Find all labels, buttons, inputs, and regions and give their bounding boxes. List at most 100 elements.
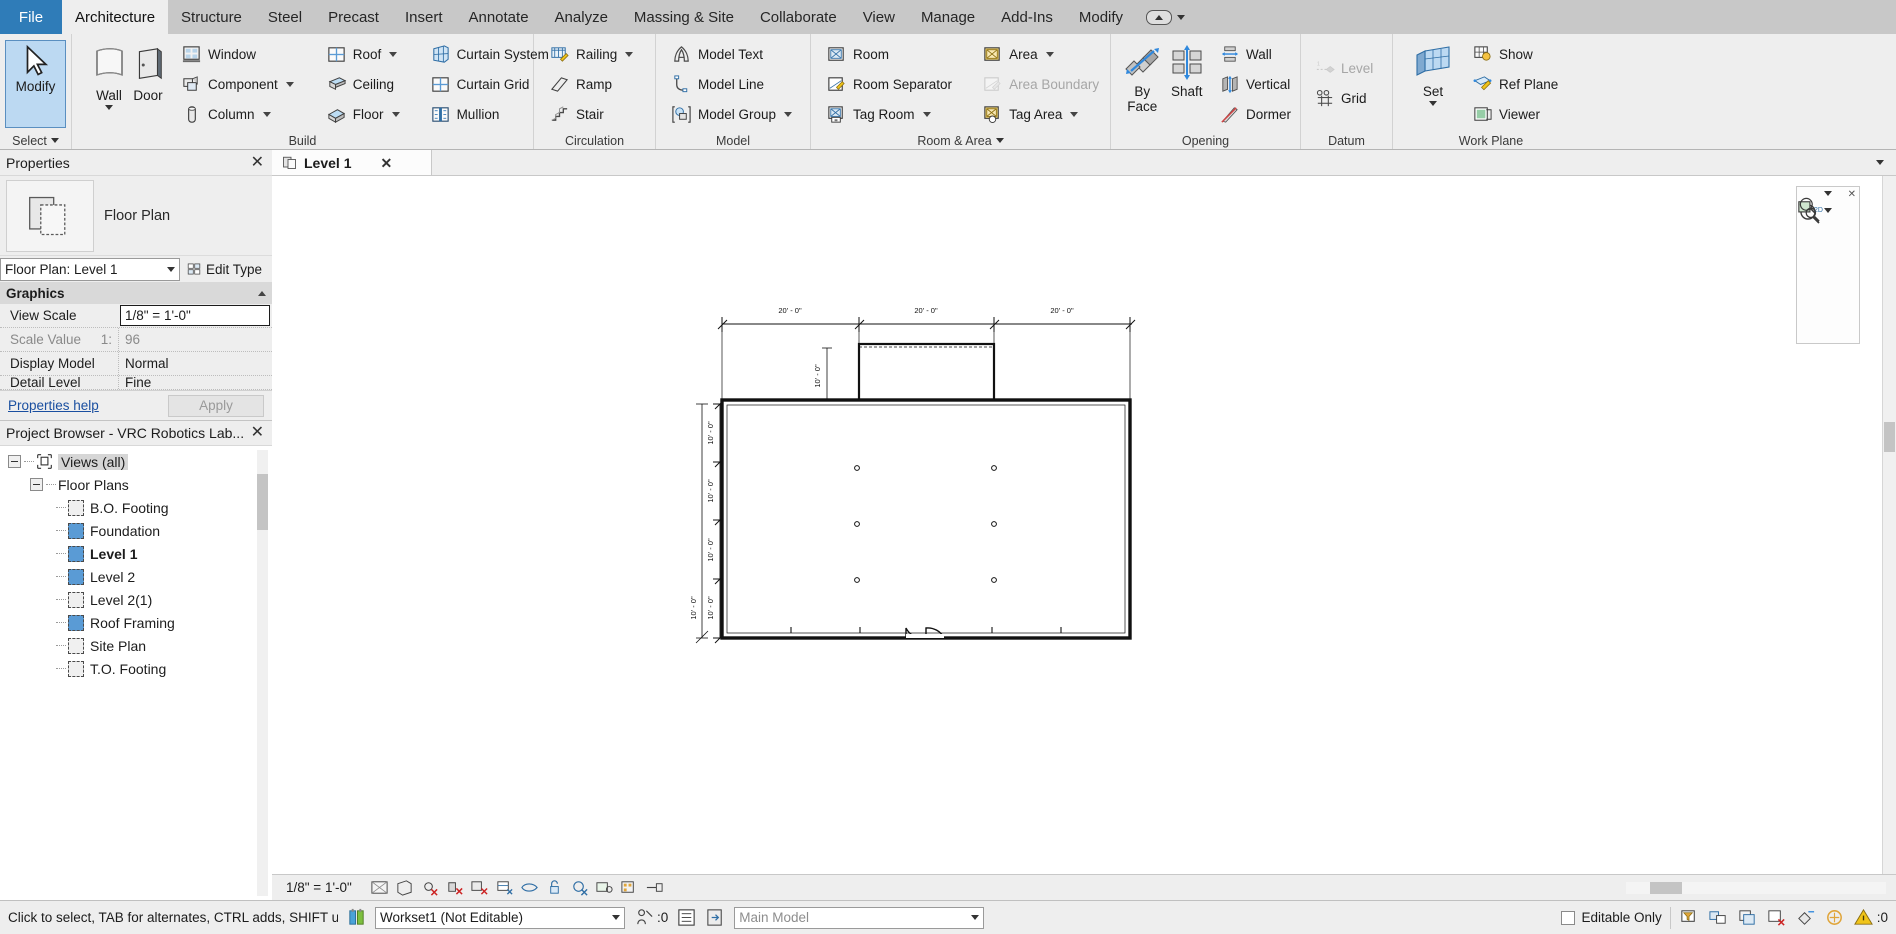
tab-architecture[interactable]: Architecture — [62, 0, 169, 34]
chevron-down-icon[interactable] — [50, 138, 59, 143]
show-workplane-button[interactable]: Show — [1468, 40, 1562, 68]
ribbon-minimize-control[interactable] — [1136, 0, 1195, 34]
property-value-view-scale[interactable]: 1/8" = 1'-0" — [120, 305, 270, 326]
reveal-hidden-elements-icon[interactable] — [595, 878, 614, 897]
door-button[interactable]: Door — [129, 40, 167, 103]
close-icon[interactable]: ✕ — [378, 156, 394, 170]
opening-wall-button[interactable]: Wall — [1215, 40, 1295, 68]
opening-vertical-button[interactable]: Vertical — [1215, 70, 1295, 98]
chevron-down-icon[interactable] — [389, 51, 398, 57]
column-button[interactable]: Column — [177, 100, 298, 128]
tab-precast[interactable]: Precast — [315, 0, 392, 34]
railing-button[interactable]: Railing — [545, 40, 637, 68]
property-row-scale-value[interactable]: Scale Value 1: 96 — [0, 328, 272, 352]
wall-button[interactable]: Wall — [89, 40, 129, 111]
apply-button[interactable]: Apply — [168, 394, 264, 417]
tag-area-button[interactable]: Tag Area — [978, 100, 1103, 128]
editable-elements-count[interactable]: :0 — [633, 907, 668, 928]
exclude-options-count[interactable]: :0 — [1853, 907, 1888, 928]
select-links-icon[interactable] — [1708, 907, 1729, 928]
tab-collaborate[interactable]: Collaborate — [747, 0, 850, 34]
view-scale-label[interactable]: 1/8" = 1'-0" — [286, 880, 352, 895]
tab-steel[interactable]: Steel — [255, 0, 315, 34]
tab-analyze[interactable]: Analyze — [542, 0, 621, 34]
tree-node-floor-plans[interactable]: Floor Plans — [0, 473, 272, 496]
model-line-button[interactable]: Model Line — [667, 70, 796, 98]
tab-view[interactable]: View — [850, 0, 908, 34]
shadows-icon[interactable] — [445, 878, 464, 897]
chevron-down-icon[interactable] — [105, 105, 113, 111]
ref-plane-button[interactable]: Ref Plane — [1468, 70, 1562, 98]
canvas-vertical-scroll-thumb[interactable] — [1884, 422, 1895, 452]
chevron-down-icon[interactable] — [1070, 111, 1079, 117]
tab-insert[interactable]: Insert — [392, 0, 456, 34]
drawing-canvas[interactable]: 20' - 0" 20' - 0" 20' - 0" 10' - 0" 10' … — [272, 176, 1896, 874]
canvas-vertical-scrollbar[interactable] — [1882, 176, 1896, 874]
select-by-face-icon[interactable] — [1795, 907, 1816, 928]
chevron-down-icon[interactable] — [1045, 51, 1054, 57]
workplane-viewer-button[interactable]: Viewer — [1468, 100, 1562, 128]
chevron-down-icon[interactable] — [1824, 191, 1832, 196]
model-group-button[interactable]: Model Group — [667, 100, 796, 128]
crop-view-icon[interactable] — [495, 878, 514, 897]
set-workplane-button[interactable]: Set — [1404, 40, 1462, 107]
workset-icon[interactable] — [346, 907, 367, 928]
chevron-down-icon[interactable] — [391, 111, 400, 117]
filter-icon[interactable] — [1679, 907, 1700, 928]
editable-only-checkbox[interactable] — [1561, 910, 1576, 925]
close-icon[interactable]: ✕ — [249, 154, 266, 171]
type-selector-combo[interactable]: Floor Plan: Level 1 — [0, 257, 180, 281]
view-navigation-widget[interactable]: ✕ 2D — [1796, 186, 1860, 344]
edit-type-button[interactable]: Edit Type — [186, 261, 262, 277]
visual-style-icon[interactable] — [395, 878, 414, 897]
property-row-display-model[interactable]: Display Model Normal — [0, 352, 272, 376]
tab-add-ins[interactable]: Add-Ins — [988, 0, 1066, 34]
active-design-option-icon[interactable] — [705, 907, 726, 928]
chevron-down-icon[interactable] — [167, 266, 175, 272]
project-browser-scrollbar-thumb[interactable] — [257, 474, 268, 530]
tab-structure[interactable]: Structure — [168, 0, 255, 34]
select-pinned-icon[interactable] — [1766, 907, 1787, 928]
property-row-view-scale[interactable]: View Scale 1/8" = 1'-0" — [0, 304, 272, 328]
graphics-section-header[interactable]: Graphics — [0, 282, 272, 304]
room-separator-button[interactable]: Room Separator — [822, 70, 956, 98]
grid-button[interactable]: Grid — [1310, 84, 1377, 112]
window-button[interactable]: Window — [177, 40, 298, 68]
chevron-down-icon[interactable] — [612, 915, 620, 920]
rendering-settings-icon[interactable] — [470, 878, 489, 897]
tree-node-level-1[interactable]: Level 1 — [0, 542, 272, 565]
property-value-display-model[interactable]: Normal — [118, 352, 272, 375]
chevron-down-icon[interactable] — [1177, 14, 1186, 20]
workset-selector[interactable]: Workset1 (Not Editable) — [375, 906, 625, 929]
unlock-3d-view-icon[interactable] — [545, 878, 564, 897]
tree-node-bo-footing[interactable]: B.O. Footing — [0, 496, 272, 519]
tree-node-level-2[interactable]: Level 2 — [0, 565, 272, 588]
tab-massing-site[interactable]: Massing & Site — [621, 0, 747, 34]
chevron-down-icon[interactable] — [971, 915, 980, 920]
tree-node-views-all[interactable]: Views (all) — [0, 450, 272, 473]
shaft-button[interactable]: Shaft — [1164, 40, 1208, 99]
properties-help-link[interactable]: Properties help — [8, 398, 99, 413]
chevron-down-icon[interactable] — [995, 138, 1004, 143]
tree-node-to-footing[interactable]: T.O. Footing — [0, 657, 272, 680]
chevron-down-icon[interactable] — [922, 111, 931, 117]
show-crop-region-icon[interactable] — [520, 878, 539, 897]
collapse-toggle-icon[interactable] — [30, 478, 43, 491]
tab-file[interactable]: File — [0, 0, 62, 34]
by-face-button[interactable]: By Face — [1120, 40, 1164, 114]
select-underlay-icon[interactable] — [1737, 907, 1758, 928]
stair-button[interactable]: Stair — [545, 100, 637, 128]
tree-node-level-2-1[interactable]: Level 2(1) — [0, 588, 272, 611]
close-icon[interactable]: ✕ — [1848, 189, 1856, 200]
view-tab-level-1[interactable]: Level 1 ✕ — [272, 150, 432, 175]
floor-button[interactable]: Floor — [322, 100, 404, 128]
chevron-down-icon[interactable] — [625, 51, 634, 57]
sun-path-icon[interactable] — [420, 878, 439, 897]
modify-button[interactable]: Modify — [5, 40, 66, 128]
chevron-down-icon[interactable] — [1429, 101, 1437, 107]
editable-only-checkbox-group[interactable]: Editable Only — [1561, 910, 1662, 925]
property-row-detail-level[interactable]: Detail Level Fine — [0, 376, 272, 390]
chevron-down-icon[interactable] — [1876, 160, 1884, 165]
tab-modify[interactable]: Modify — [1066, 0, 1136, 34]
roof-button[interactable]: Roof — [322, 40, 404, 68]
